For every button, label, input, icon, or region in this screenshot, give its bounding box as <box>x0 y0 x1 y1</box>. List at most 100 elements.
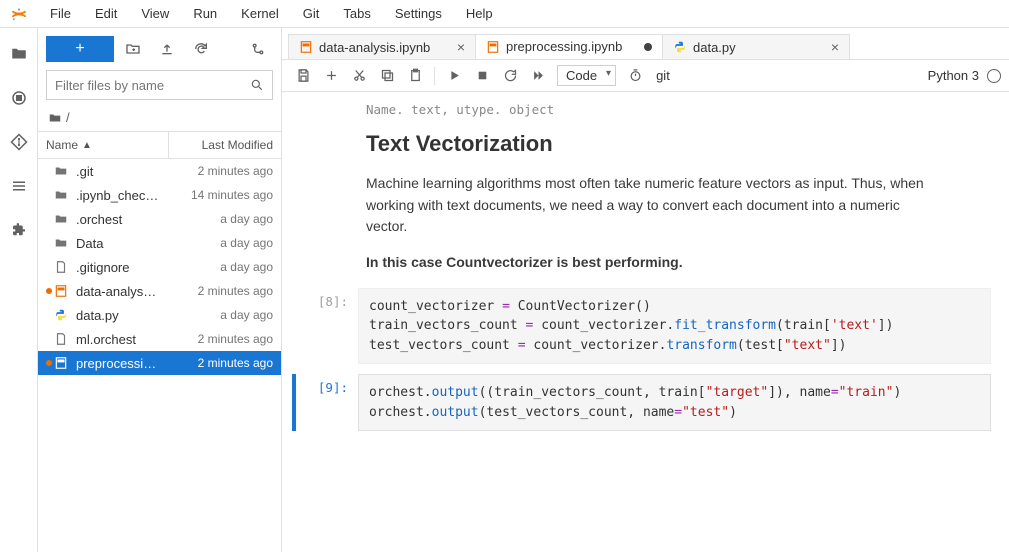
tab-file-icon <box>299 40 313 54</box>
menu-help[interactable]: Help <box>454 2 505 25</box>
cut-icon[interactable] <box>346 64 372 88</box>
running-dot-icon <box>46 336 52 342</box>
code-cell[interactable]: [8]:count_vectorizer = CountVectorizer()… <box>292 288 991 365</box>
git-label[interactable]: git <box>650 68 676 83</box>
menu-file[interactable]: File <box>38 2 83 25</box>
timing-icon[interactable] <box>622 64 648 88</box>
file-modified: a day ago <box>169 308 273 322</box>
file-name: .git <box>76 164 169 179</box>
save-icon[interactable] <box>290 64 316 88</box>
file-type-icon <box>54 260 70 274</box>
editor-area: data-analysis.ipynb×preprocessing.ipynbd… <box>282 28 1009 552</box>
file-type-icon <box>54 236 70 250</box>
file-name: Data <box>76 236 169 251</box>
menu-kernel[interactable]: Kernel <box>229 2 291 25</box>
menu-run[interactable]: Run <box>181 2 229 25</box>
refresh-icon[interactable] <box>186 36 216 62</box>
new-launcher-button[interactable]: + <box>46 36 114 62</box>
file-modified: 2 minutes ago <box>169 332 273 346</box>
md-bold: In this case Countvectorizer is best per… <box>366 252 932 274</box>
copy-icon[interactable] <box>374 64 400 88</box>
close-icon[interactable]: × <box>457 39 465 55</box>
running-dot-icon <box>46 264 52 270</box>
menubar: FileEditViewRunKernelGitTabsSettingsHelp <box>0 0 1009 28</box>
cell-gutter <box>292 374 296 431</box>
run-all-icon[interactable] <box>525 64 551 88</box>
file-row[interactable]: preprocessi…2 minutes ago <box>38 351 281 375</box>
file-modified: a day ago <box>169 236 273 250</box>
code-cell[interactable]: [9]:orchest.output((train_vectors_count,… <box>292 374 991 431</box>
menu-view[interactable]: View <box>129 2 181 25</box>
running-dot-icon <box>46 288 52 294</box>
file-type-icon <box>54 308 70 322</box>
menu-git[interactable]: Git <box>291 2 332 25</box>
file-modified: a day ago <box>169 260 273 274</box>
menu-edit[interactable]: Edit <box>83 2 129 25</box>
toc-icon[interactable] <box>9 176 29 196</box>
file-row[interactable]: Dataa day ago <box>38 231 281 255</box>
run-icon[interactable] <box>441 64 467 88</box>
file-row[interactable]: .git2 minutes ago <box>38 159 281 183</box>
add-cell-icon[interactable] <box>318 64 344 88</box>
file-browser: + / Name▲ Last Modified .git2 minutes ag… <box>38 28 282 552</box>
activity-bar <box>0 28 38 552</box>
file-filter[interactable] <box>46 70 273 100</box>
cell-prompt: [9]: <box>298 374 358 431</box>
column-name[interactable]: Name▲ <box>38 132 169 158</box>
tab-dirty-icon <box>644 43 652 51</box>
paste-icon[interactable] <box>402 64 428 88</box>
running-dot-icon <box>46 216 52 222</box>
file-row[interactable]: data.pya day ago <box>38 303 281 327</box>
file-type-icon <box>54 164 70 178</box>
extension-icon[interactable] <box>9 220 29 240</box>
column-modified[interactable]: Last Modified <box>169 132 281 158</box>
tab[interactable]: preprocessing.ipynb <box>475 34 663 59</box>
file-modified: 14 minutes ago <box>169 188 273 202</box>
git-icon[interactable] <box>9 132 29 152</box>
restart-icon[interactable] <box>497 64 523 88</box>
file-type-icon <box>54 356 70 370</box>
file-row[interactable]: ml.orchest2 minutes ago <box>38 327 281 351</box>
menu-tabs[interactable]: Tabs <box>331 2 382 25</box>
file-row[interactable]: data-analys…2 minutes ago <box>38 279 281 303</box>
tab-label: data-analysis.ipynb <box>319 40 447 55</box>
file-name: .ipynb_chec… <box>76 188 169 203</box>
breadcrumb[interactable]: / <box>38 106 281 131</box>
kernel-name[interactable]: Python 3 <box>928 68 979 83</box>
code-editor[interactable]: count_vectorizer = CountVectorizer() tra… <box>358 288 991 365</box>
tab-file-icon <box>673 40 687 54</box>
file-name: data-analys… <box>76 284 169 299</box>
output-truncated: Name. text, utype. object <box>292 102 991 117</box>
file-filter-input[interactable] <box>55 78 250 93</box>
close-icon[interactable]: × <box>831 39 839 55</box>
folder-icon[interactable] <box>9 44 29 64</box>
stop-icon[interactable] <box>469 64 495 88</box>
running-dot-icon <box>46 192 52 198</box>
new-folder-icon[interactable] <box>118 36 148 62</box>
file-name: ml.orchest <box>76 332 169 347</box>
file-name: .orchest <box>76 212 169 227</box>
running-dot-icon <box>46 168 52 174</box>
tab-bar: data-analysis.ipynb×preprocessing.ipynbd… <box>282 28 1009 60</box>
cell-prompt: [8]: <box>298 288 358 365</box>
file-modified: 2 minutes ago <box>169 164 273 178</box>
markdown-cell[interactable]: Text Vectorization Machine learning algo… <box>292 131 932 274</box>
notebook-body[interactable]: Name. text, utype. object Text Vectoriza… <box>282 92 1009 552</box>
file-row[interactable]: .orchesta day ago <box>38 207 281 231</box>
file-row[interactable]: .gitignorea day ago <box>38 255 281 279</box>
running-dot-icon <box>46 360 52 366</box>
md-heading: Text Vectorization <box>366 131 932 157</box>
tab[interactable]: data.py × <box>662 34 850 59</box>
cell-type-select[interactable]: Code <box>557 65 616 86</box>
code-editor[interactable]: orchest.output((train_vectors_count, tra… <box>358 374 991 431</box>
breadcrumb-root: / <box>66 110 70 125</box>
tab-label: data.py <box>693 40 821 55</box>
kernel-status-icon[interactable] <box>987 69 1001 83</box>
git-toggle-icon[interactable] <box>243 36 273 62</box>
file-row[interactable]: .ipynb_chec…14 minutes ago <box>38 183 281 207</box>
menu-settings[interactable]: Settings <box>383 2 454 25</box>
file-type-icon <box>54 284 70 298</box>
tab[interactable]: data-analysis.ipynb × <box>288 34 476 59</box>
running-icon[interactable] <box>9 88 29 108</box>
upload-icon[interactable] <box>152 36 182 62</box>
